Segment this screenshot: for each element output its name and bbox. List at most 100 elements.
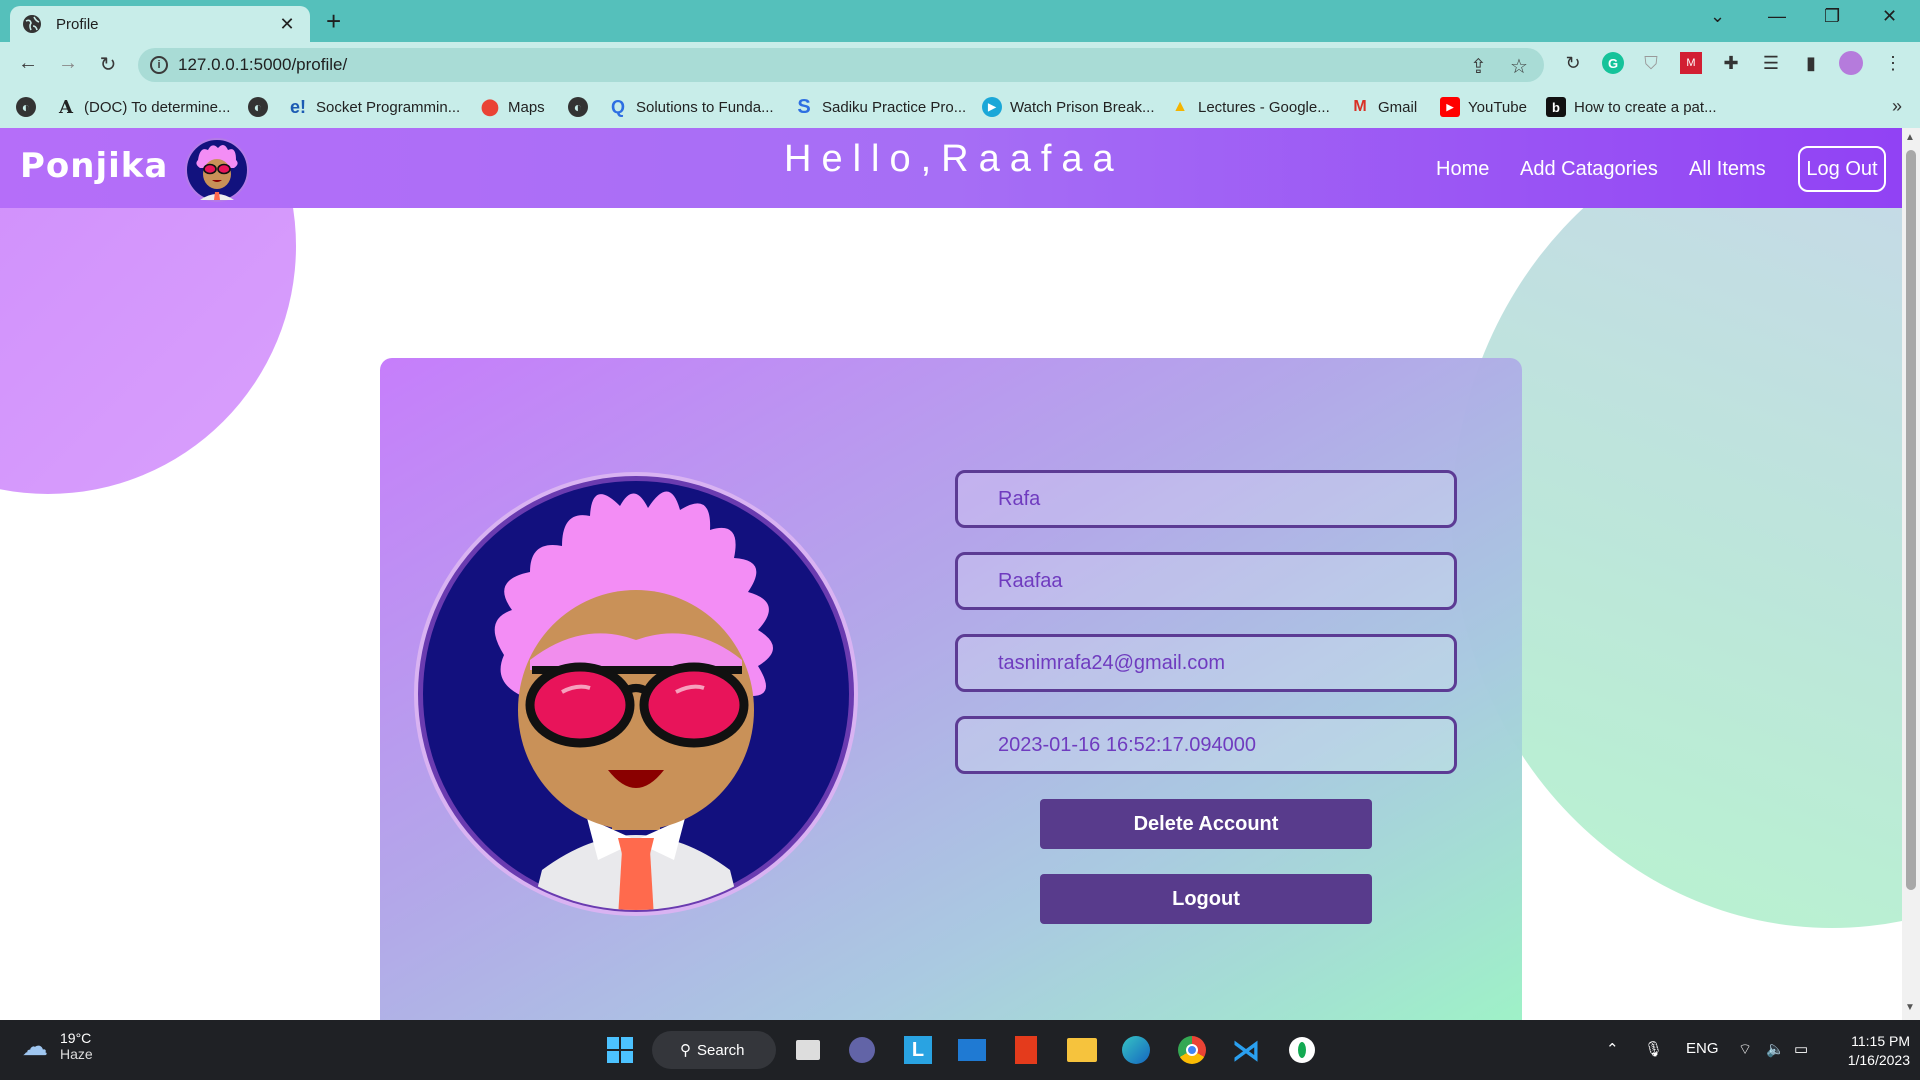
tab-profile[interactable]: Profile ✕ (10, 6, 310, 42)
battery-icon[interactable]: ▭ (1794, 1040, 1808, 1058)
tab-close-icon[interactable]: ✕ (276, 14, 298, 35)
search-icon: ⚲ (680, 1042, 691, 1059)
address-bar[interactable]: i 127.0.0.1:5000/profile/ ⇪ ☆ (138, 48, 1544, 82)
first-name-field[interactable]: Rafa (955, 470, 1457, 528)
url-text[interactable]: 127.0.0.1:5000/profile/ (178, 55, 347, 75)
microphone-icon[interactable]: 🎙 (1644, 1040, 1663, 1058)
profile-avatar-icon[interactable] (1838, 50, 1864, 76)
globe-bookmark-icon[interactable]: ◐ (568, 97, 596, 117)
reading-list-icon[interactable]: ☰ (1758, 50, 1784, 76)
bookmark-item[interactable]: e! Socket Programmin... (288, 97, 460, 117)
nav-logout-button[interactable]: Log Out (1798, 146, 1886, 192)
scroll-down-icon[interactable]: ▼ (1905, 1002, 1915, 1013)
bookmark-item[interactable]: ⬤ Maps (480, 97, 545, 117)
s-icon: S (797, 95, 811, 118)
page-scrollbar[interactable]: ▲ ▼ (1902, 128, 1920, 1020)
bookmark-item[interactable]: ▶ YouTube (1440, 97, 1527, 117)
back-icon[interactable]: ← (14, 52, 42, 75)
weather-haze-icon: ☁ (22, 1030, 48, 1061)
logout-button[interactable]: Logout (1040, 874, 1372, 924)
language-indicator[interactable]: ENG (1686, 1040, 1719, 1057)
weather-widget[interactable]: ☁ 19°C Haze (22, 1030, 93, 1062)
task-view-icon[interactable] (792, 1034, 824, 1066)
side-panel-icon[interactable]: ▮ (1798, 50, 1824, 76)
greeting-title: Hello,Raafaa (784, 138, 1124, 180)
tab-search-icon[interactable]: ⌄ (1710, 6, 1725, 27)
mongodb-compass-icon[interactable] (1286, 1034, 1318, 1066)
menu-kebab-icon[interactable]: ⋮ (1880, 50, 1906, 76)
mendeley-icon[interactable]: M (1678, 50, 1704, 76)
gmail-icon: M (1353, 98, 1367, 115)
site-navbar: Ponjika Hello,Raafaa Home Add Catagories… (0, 128, 1902, 208)
bookmark-item[interactable]: Q Solutions to Funda... (608, 97, 774, 117)
taskbar-search[interactable]: ⚲ Search (652, 1031, 776, 1069)
academia-icon: A (59, 96, 73, 118)
site-info-icon[interactable]: i (150, 56, 168, 74)
shield-icon[interactable]: ⛉ (1638, 50, 1664, 76)
youtube-icon: ▶ (1440, 97, 1460, 117)
taskbar-clock[interactable]: 11:15 PM 1/16/2023 (1832, 1032, 1910, 1070)
edge-icon[interactable] (1120, 1034, 1152, 1066)
mail-icon[interactable] (956, 1034, 988, 1066)
delete-account-button[interactable]: Delete Account (1040, 799, 1372, 849)
file-explorer-icon[interactable] (1066, 1034, 1098, 1066)
more-bookmarks-icon[interactable]: » (1892, 96, 1902, 117)
tab-title: Profile (56, 15, 99, 33)
play-icon: ▶ (982, 97, 1002, 117)
bookmark-item[interactable]: A (DOC) To determine... (56, 96, 230, 118)
q-icon: Q (610, 96, 625, 117)
bookmarks-bar: ◐ A (DOC) To determine... ◐ e! Socket Prog… (0, 88, 1920, 128)
new-tab-icon[interactable]: + (326, 8, 341, 34)
l-app-icon[interactable]: L (902, 1034, 934, 1066)
profile-avatar (414, 472, 858, 916)
user-avatar (185, 138, 249, 202)
bookmark-item[interactable]: b How to create a pat... (1546, 97, 1717, 117)
browser-toolbar: ← → ↻ i 127.0.0.1:5000/profile/ ⇪ ☆ ↻ G … (0, 42, 1920, 88)
extensions-puzzle-icon[interactable]: ✚ (1718, 50, 1744, 76)
maps-pin-icon: ⬤ (481, 99, 499, 116)
joined-date-field[interactable]: 2023-01-16 16:52:17.094000 (955, 716, 1457, 774)
globe-bookmark-icon[interactable]: ◐ (16, 97, 44, 117)
nav-add-categories-link[interactable]: Add Catagories (1520, 158, 1658, 181)
weather-temperature: 19°C (60, 1030, 92, 1046)
clock-time: 11:15 PM (1851, 1033, 1910, 1049)
tray-chevron-icon[interactable]: ⌃ (1606, 1040, 1619, 1058)
site-logo[interactable]: Ponjika (20, 146, 168, 186)
bookmark-item[interactable]: ▶ Watch Prison Break... (982, 97, 1155, 117)
minimize-icon[interactable]: — (1768, 6, 1786, 27)
share-icon[interactable]: ⇪ (1470, 54, 1487, 79)
windows-taskbar: ☁ 19°C Haze ⚲ Search L ⋊ ⌃ 🎙 ENG ⌔ 🔈 ▭ 1… (0, 1020, 1920, 1080)
chrome-icon[interactable] (1176, 1034, 1208, 1066)
e-icon: e! (289, 96, 306, 117)
email-field[interactable]: tasnimrafa24@gmail.com (955, 634, 1457, 692)
wifi-icon[interactable]: ⌔ (1738, 1040, 1752, 1059)
forward-icon[interactable]: → (54, 52, 82, 75)
page-viewport: Ponjika Hello,Raafaa Home Add Catagories… (0, 128, 1902, 1020)
username-field[interactable]: Raafaa (955, 552, 1457, 610)
b-icon: b (1546, 97, 1566, 117)
globe-bookmark-icon[interactable]: ◐ (248, 97, 276, 117)
bookmark-star-icon[interactable]: ☆ (1510, 54, 1528, 79)
teams-chat-icon[interactable] (846, 1034, 878, 1066)
nav-home-link[interactable]: Home (1436, 158, 1489, 181)
grammarly-icon[interactable]: G (1600, 50, 1626, 76)
bookmark-item[interactable]: S Sadiku Practice Pro... (794, 95, 966, 118)
search-label: Search (697, 1041, 745, 1059)
bookmark-item[interactable]: ▲ Lectures - Google... (1170, 97, 1330, 117)
bookmark-item[interactable]: M Gmail (1350, 97, 1417, 117)
browser-tab-bar: Profile ✕ + ⌄ — ❐ ✕ (0, 0, 1920, 42)
scrollbar-thumb[interactable] (1906, 150, 1916, 890)
office-icon[interactable] (1010, 1034, 1042, 1066)
windows-start-icon[interactable] (604, 1034, 636, 1066)
nav-all-items-link[interactable]: All Items (1689, 158, 1766, 181)
drive-icon: ▲ (1172, 98, 1188, 115)
window-close-icon[interactable]: ✕ (1882, 6, 1897, 27)
scroll-up-icon[interactable]: ▲ (1905, 132, 1915, 143)
reload-extension-icon[interactable]: ↻ (1560, 50, 1586, 76)
reload-icon[interactable]: ↻ (94, 52, 122, 77)
globe-icon (23, 15, 41, 33)
volume-icon[interactable]: 🔈 (1766, 1040, 1785, 1058)
vscode-icon[interactable]: ⋊ (1230, 1034, 1262, 1066)
restore-icon[interactable]: ❐ (1824, 6, 1840, 27)
weather-condition: Haze (60, 1046, 93, 1062)
